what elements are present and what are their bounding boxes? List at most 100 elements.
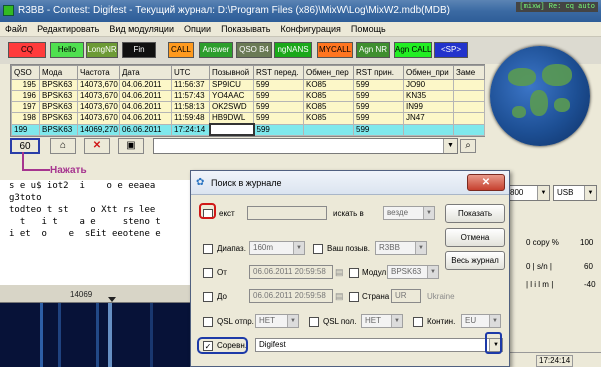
cell-qso[interactable]: 197: [11, 101, 40, 113]
cell-date[interactable]: 06.06.2011: [119, 123, 172, 136]
cell-freq[interactable]: 14073,670: [77, 112, 120, 125]
cell-utc[interactable]: 17:24:14: [171, 123, 210, 136]
to-date[interactable]: 06.06.2011 20:59:58: [249, 289, 333, 303]
col-utc[interactable]: UTC: [171, 65, 210, 80]
lock-icon[interactable]: ⌂: [50, 138, 76, 154]
cell-rst-sent[interactable]: 599: [253, 112, 304, 125]
cell-date[interactable]: 04.06.2011: [119, 79, 172, 91]
cell-rst-sent[interactable]: 599: [253, 90, 304, 102]
freq-offset-combo[interactable]: 800 ▼: [506, 185, 550, 201]
continent-checkbox[interactable]: [413, 317, 423, 327]
menu-help[interactable]: Помощь: [346, 22, 391, 37]
contest-select[interactable]: Digifest ▼: [255, 338, 503, 352]
menu-view[interactable]: Показывать: [216, 22, 275, 37]
cell-mode[interactable]: BPSK63: [39, 112, 78, 125]
cell-notes[interactable]: [453, 90, 485, 102]
col-rst-sent[interactable]: RST перед.: [253, 65, 304, 80]
cell-exch-sent[interactable]: KO85: [303, 90, 354, 102]
cell-rst-sent[interactable]: 599: [253, 101, 304, 113]
cell-date[interactable]: 04.06.2011: [119, 101, 172, 113]
mycall-checkbox[interactable]: [313, 244, 323, 254]
cell-notes[interactable]: [453, 101, 485, 113]
country-code[interactable]: UR: [391, 289, 421, 303]
sideband-combo[interactable]: USB ▼: [553, 185, 597, 201]
cell-mode[interactable]: BPSK63: [39, 90, 78, 102]
continent-select[interactable]: EU ▼: [461, 314, 501, 328]
cell-exch-rcvd[interactable]: [403, 123, 454, 136]
menu-edit[interactable]: Редактировать: [32, 22, 104, 37]
macro-button[interactable]: CALL: [168, 42, 194, 58]
cell-qso[interactable]: 196: [11, 90, 40, 102]
log-filter-combo[interactable]: ▼: [153, 138, 458, 154]
cell-notes[interactable]: [453, 123, 485, 136]
binoculars-button[interactable]: 60: [10, 138, 40, 154]
cell-exch-rcvd[interactable]: KN35: [403, 90, 454, 102]
waterfall[interactable]: 14069: [0, 285, 190, 367]
band-select[interactable]: 160m ▼: [249, 241, 305, 255]
macro-button[interactable]: Answer: [199, 42, 233, 58]
chevron-down-icon[interactable]: ▼: [443, 139, 457, 153]
chevron-down-icon[interactable]: ▼: [489, 315, 500, 327]
menu-mode[interactable]: Вид модуляции: [104, 22, 179, 37]
mode-select[interactable]: BPSK63 ▼: [387, 265, 439, 279]
cell-exch-sent[interactable]: [303, 123, 354, 136]
cell-utc[interactable]: 11:58:13: [171, 101, 210, 113]
col-notes[interactable]: Заме: [453, 65, 485, 80]
menu-file[interactable]: Файл: [0, 22, 32, 37]
receive-text[interactable]: s e u$ iot2 i o e eeaea g3toto todteo t …: [0, 180, 190, 295]
search-in-select[interactable]: везде ▼: [383, 206, 435, 220]
macro-button[interactable]: CQ: [8, 42, 46, 58]
cell-exch-rcvd[interactable]: IN99: [403, 101, 454, 113]
chevron-down-icon[interactable]: ▼: [287, 315, 298, 327]
chevron-down-icon[interactable]: ▼: [584, 186, 596, 200]
from-date[interactable]: 06.06.2011 20:59:58: [249, 265, 333, 279]
cell-exch-sent[interactable]: KO85: [303, 112, 354, 125]
table-row[interactable]: 196 BPSK63 14073,670 04.06.2011 11:57:43 YO4A…: [11, 90, 485, 102]
macro-button[interactable]: ngNANS: [274, 42, 312, 58]
mode-checkbox[interactable]: [349, 268, 359, 278]
qsl-rcvd-checkbox[interactable]: [309, 317, 319, 327]
cell-qso[interactable]: 195: [11, 79, 40, 91]
cell-rst-rcvd[interactable]: 599: [353, 112, 404, 125]
cell-rst-sent[interactable]: 599: [253, 123, 304, 136]
save-icon[interactable]: ▣: [118, 138, 144, 154]
macro-button[interactable]: Fin: [122, 42, 156, 58]
chevron-down-icon[interactable]: ▼: [391, 315, 402, 327]
chevron-down-icon[interactable]: ▼: [423, 207, 434, 219]
cell-date[interactable]: 04.06.2011: [119, 90, 172, 102]
tuning-marker[interactable]: [108, 297, 116, 302]
calendar-icon[interactable]: ▤: [335, 291, 344, 302]
text-input[interactable]: [247, 206, 327, 220]
macro-button[interactable]: <SP>: [434, 42, 468, 58]
cancel-button[interactable]: Отмена: [445, 228, 505, 247]
macro-button[interactable]: QSO B4: [236, 42, 272, 58]
cell-utc[interactable]: 11:57:43: [171, 90, 210, 102]
table-row[interactable]: 198 BPSK63 14073,670 04.06.2011 11:59:48 HB9D…: [11, 112, 485, 125]
col-rst-rcvd[interactable]: RST прин.: [353, 65, 404, 80]
search-icon[interactable]: ⌕: [460, 139, 476, 153]
table-row[interactable]: 197 BPSK63 14073,670 04.06.2011 11:58:13 OK2S…: [11, 101, 485, 113]
col-exch-rcvd[interactable]: Обмен_при: [403, 65, 454, 80]
menu-options[interactable]: Опции: [179, 22, 216, 37]
delete-icon[interactable]: ✕: [84, 138, 110, 154]
cell-call[interactable]: OK2SWD: [209, 101, 254, 113]
col-exch-sent[interactable]: Обмен_пер: [303, 65, 354, 80]
cell-mode[interactable]: BPSK63: [39, 79, 78, 91]
cell-exch-sent[interactable]: KO85: [303, 79, 354, 91]
qsl-sent-checkbox[interactable]: [203, 317, 213, 327]
cell-freq[interactable]: 14073,670: [77, 90, 120, 102]
macro-button[interactable]: Agn CALL: [394, 42, 432, 58]
show-button[interactable]: Показать: [445, 204, 505, 223]
cell-rst-rcvd[interactable]: 599: [353, 123, 404, 136]
cell-notes[interactable]: [453, 79, 485, 91]
cell-mode[interactable]: BPSK63: [39, 101, 78, 113]
cell-call[interactable]: SP9ICU: [209, 79, 254, 91]
cell-rst-sent[interactable]: 599: [253, 79, 304, 91]
band-checkbox[interactable]: [203, 244, 213, 254]
macro-button[interactable]: MYCALL: [317, 42, 353, 58]
cell-utc[interactable]: 11:56:37: [171, 79, 210, 91]
macro-button[interactable]: Agn NR: [356, 42, 390, 58]
from-checkbox[interactable]: [203, 268, 213, 278]
chevron-down-icon[interactable]: ▼: [415, 242, 426, 254]
cell-call[interactable]: YO4AAC: [209, 90, 254, 102]
